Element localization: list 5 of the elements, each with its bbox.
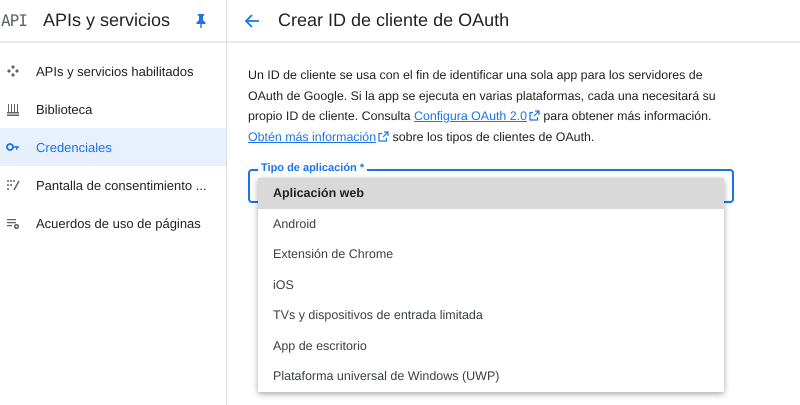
sidebar-title: APIs y servicios (43, 10, 172, 31)
page-title: Crear ID de cliente de OAuth (278, 10, 510, 31)
field-label: Tipo de aplicación * (258, 162, 368, 174)
description: Un ID de cliente se usa con el fin de identificar una sola app para los servidores de OAuth de Google. Si la app se ejecuta en varias plataformas, cada una necesitará su propio ID de cliente. Consulta Configura OAuth 2.0 para obtener más información. Obtén más información sobre los tipos de clientes de OAuth. (248, 67, 717, 146)
logo: API (1, 11, 28, 30)
